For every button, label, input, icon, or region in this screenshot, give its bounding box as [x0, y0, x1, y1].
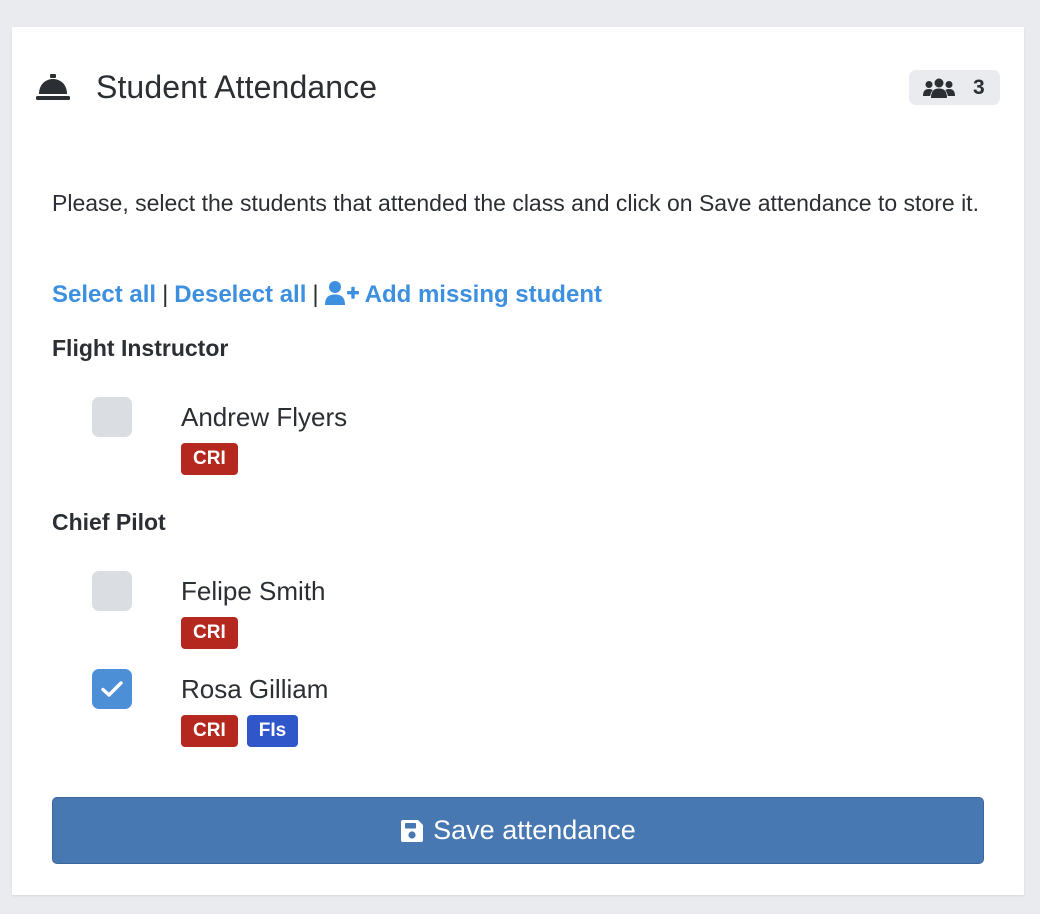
qualification-badges: CRI	[181, 617, 247, 649]
qualification-badge: FIs	[246, 715, 299, 747]
save-attendance-button[interactable]: Save attendance	[52, 797, 984, 864]
student-name: Rosa Gilliam	[181, 674, 329, 704]
qualification-badges: CRI	[181, 443, 247, 475]
check-icon	[101, 681, 123, 697]
attendance-card: Student Attendance 3 Please, select the …	[12, 27, 1024, 895]
qualification-badges: CRI FIs	[181, 715, 307, 747]
qualification-badge: CRI	[181, 715, 238, 747]
save-attendance-label: Save attendance	[433, 815, 636, 845]
user-plus-icon	[324, 281, 359, 305]
instructions-text: Please, select the students that attende…	[52, 190, 979, 216]
concierge-bell-icon	[36, 74, 70, 100]
attendance-checkbox[interactable]	[92, 397, 132, 437]
add-missing-student-link[interactable]: Add missing student	[324, 281, 602, 308]
card-header: Student Attendance 3	[12, 27, 1024, 147]
student-row: Felipe Smith CRI	[92, 571, 692, 651]
attendance-checkbox[interactable]	[92, 571, 132, 611]
group-heading-chief-pilot: Chief Pilot	[52, 509, 166, 535]
qualification-badge: CRI	[181, 443, 238, 475]
group-heading-flight-instructor: Flight Instructor	[52, 335, 229, 361]
qualification-badge: CRI	[181, 617, 238, 649]
users-icon	[923, 78, 955, 98]
add-missing-student-label: Add missing student	[364, 281, 602, 308]
attendance-checkbox[interactable]	[92, 669, 132, 709]
floppy-disk-icon	[401, 819, 424, 842]
student-name: Felipe Smith	[181, 576, 326, 606]
deselect-all-link[interactable]: Deselect all	[174, 281, 306, 308]
card-title: Student Attendance	[96, 69, 378, 105]
student-row: Rosa Gilliam CRI FIs	[92, 669, 692, 749]
student-count: 3	[973, 75, 985, 99]
student-name: Andrew Flyers	[181, 402, 348, 432]
select-all-link[interactable]: Select all	[52, 281, 156, 308]
separator: |	[312, 281, 319, 308]
student-row: Andrew Flyers CRI	[92, 397, 692, 477]
student-count-badge: 3	[909, 70, 1000, 105]
separator: |	[162, 281, 169, 308]
selection-actions: Select all | Deselect all | Add missing stu…	[52, 278, 602, 312]
